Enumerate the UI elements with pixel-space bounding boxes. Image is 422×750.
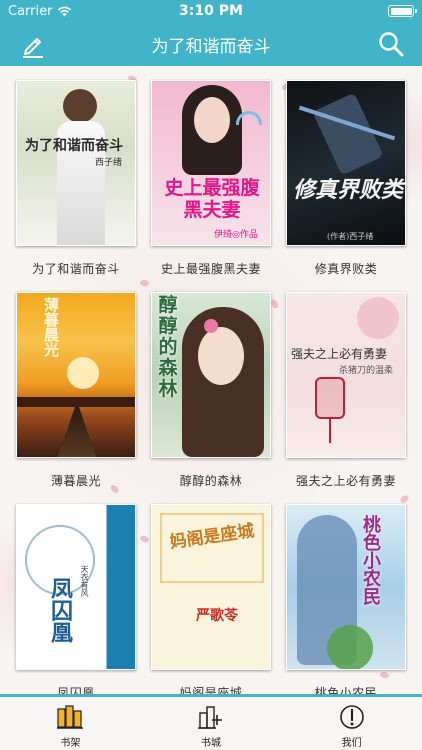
book-title: 强夫之上必有勇妻 — [295, 474, 396, 488]
book-item[interactable]: 薄暮晨光 薄暮晨光 — [16, 292, 136, 489]
cover-figure-head — [63, 89, 97, 123]
cover-subtitle: 杀猪刀的温柔 — [339, 366, 394, 376]
tab-label: 书城 — [201, 738, 221, 749]
book-title: 为了和谐而奋斗 — [32, 262, 120, 276]
cover-title: 强夫之上必有勇妻 — [291, 347, 388, 361]
cover-title: 史上最强腹黑夫妻 — [164, 177, 260, 221]
tab-bookstore[interactable]: 书城 — [141, 697, 282, 750]
book-title: 薄暮晨光 — [50, 474, 101, 488]
cover-figure-face — [194, 97, 230, 143]
book-title: 妈阁是座城 — [179, 686, 243, 694]
nav-bar: 为了和谐而奋斗 — [0, 22, 422, 66]
book-title: 醇醇的森林 — [179, 474, 243, 488]
tab-bar: 书架 书城 我们 — [0, 694, 422, 750]
book-cover[interactable]: 史上最强腹黑夫妻 伊绮◎作品 — [151, 80, 271, 246]
book-item[interactable]: 为了和谐而奋斗 西子绪 为了和谐而奋斗 — [16, 80, 136, 277]
cover-author: 天衣有风 — [80, 565, 89, 597]
book-cover[interactable]: 妈阁是座城 严歌苓 — [151, 504, 271, 670]
info-icon — [339, 705, 364, 729]
book-cover[interactable]: 凤囚凰 天衣有风 — [16, 504, 136, 670]
book-item[interactable]: 桃色小农民 桃色小农民 — [286, 504, 406, 694]
cover-title: 薄暮晨光 — [42, 297, 60, 357]
bookshelf-grid[interactable]: 为了和谐而奋斗 西子绪 为了和谐而奋斗 史上最强腹黑夫妻 伊绮◎作品 史上最强腹… — [0, 66, 422, 694]
status-left: Carrier — [8, 4, 72, 19]
book-item[interactable]: 凤囚凰 天衣有风 凤囚凰 — [16, 504, 136, 694]
tab-label: 书架 — [60, 738, 81, 749]
petal-decoration — [139, 534, 150, 544]
cover-road — [57, 407, 97, 457]
cover-title: 醇醇的森林 — [158, 294, 178, 400]
cover-figure — [312, 92, 384, 176]
tab-label: 我们 — [341, 738, 362, 749]
bookshelf-icon — [57, 705, 84, 729]
petal-decoration — [269, 298, 280, 310]
lantern-icon — [315, 377, 345, 419]
book-cover[interactable]: 修真界败类 (作者)西子绪 — [286, 80, 406, 246]
search-icon — [379, 32, 404, 57]
cover-sun — [67, 357, 99, 389]
petal-decoration — [399, 493, 410, 505]
book-item[interactable]: 史上最强腹黑夫妻 伊绮◎作品 史上最强腹黑夫妻 — [151, 80, 271, 277]
cover-title: 凤囚凰 — [47, 577, 73, 643]
book-item[interactable]: 修真界败类 (作者)西子绪 修真界败类 — [286, 80, 406, 277]
cover-author: (作者)西子绪 — [327, 232, 374, 241]
battery-icon — [388, 5, 417, 17]
cover-leaf — [327, 625, 373, 669]
page-title: 为了和谐而奋斗 — [151, 36, 271, 57]
cover-flower — [204, 319, 218, 333]
book-title: 桃色小农民 — [314, 686, 378, 694]
bookstore-icon — [198, 706, 222, 729]
cover-title: 桃色小农民 — [360, 515, 381, 605]
cover-blossom — [357, 297, 399, 339]
pencil-icon — [23, 38, 43, 58]
book-title: 修真界败类 — [314, 262, 378, 276]
tab-about[interactable]: 我们 — [281, 697, 422, 750]
book-cover[interactable]: 醇醇的森林 — [151, 292, 271, 458]
cover-title: 修真界败类 — [293, 177, 404, 203]
cover-figure-face — [198, 327, 244, 385]
status-bar: Carrier 3:10 PM — [0, 0, 422, 22]
wifi-icon — [58, 6, 72, 16]
book-item[interactable]: 醇醇的森林 醇醇的森林 — [151, 292, 271, 489]
cover-author: 严歌苓 — [196, 608, 238, 624]
carrier-label: Carrier — [8, 3, 53, 19]
cover-author: 伊绮◎作品 — [214, 230, 258, 240]
book-item[interactable]: 妈阁是座城 严歌苓 妈阁是座城 — [151, 504, 271, 694]
book-cover[interactable]: 强夫之上必有勇妻 杀猪刀的温柔 — [286, 292, 406, 458]
cover-lantern-tassel — [329, 419, 331, 443]
cover-author: 西子绪 — [95, 158, 123, 168]
book-item[interactable]: 强夫之上必有勇妻 杀猪刀的温柔 强夫之上必有勇妻 — [286, 292, 406, 489]
cover-skyline — [17, 397, 135, 407]
petal-decoration — [139, 279, 150, 287]
book-cover[interactable]: 薄暮晨光 — [16, 292, 136, 458]
book-title: 史上最强腹黑夫妻 — [160, 262, 261, 276]
tab-bookshelf[interactable]: 书架 — [0, 697, 141, 750]
book-title: 凤囚凰 — [57, 686, 95, 694]
rainbow-icon — [236, 111, 262, 125]
cover-title: 为了和谐而奋斗 — [25, 138, 123, 154]
book-cover[interactable]: 桃色小农民 — [286, 504, 406, 670]
book-cover[interactable]: 为了和谐而奋斗 西子绪 — [16, 80, 136, 246]
search-button[interactable] — [376, 29, 406, 59]
edit-button[interactable] — [18, 30, 48, 60]
